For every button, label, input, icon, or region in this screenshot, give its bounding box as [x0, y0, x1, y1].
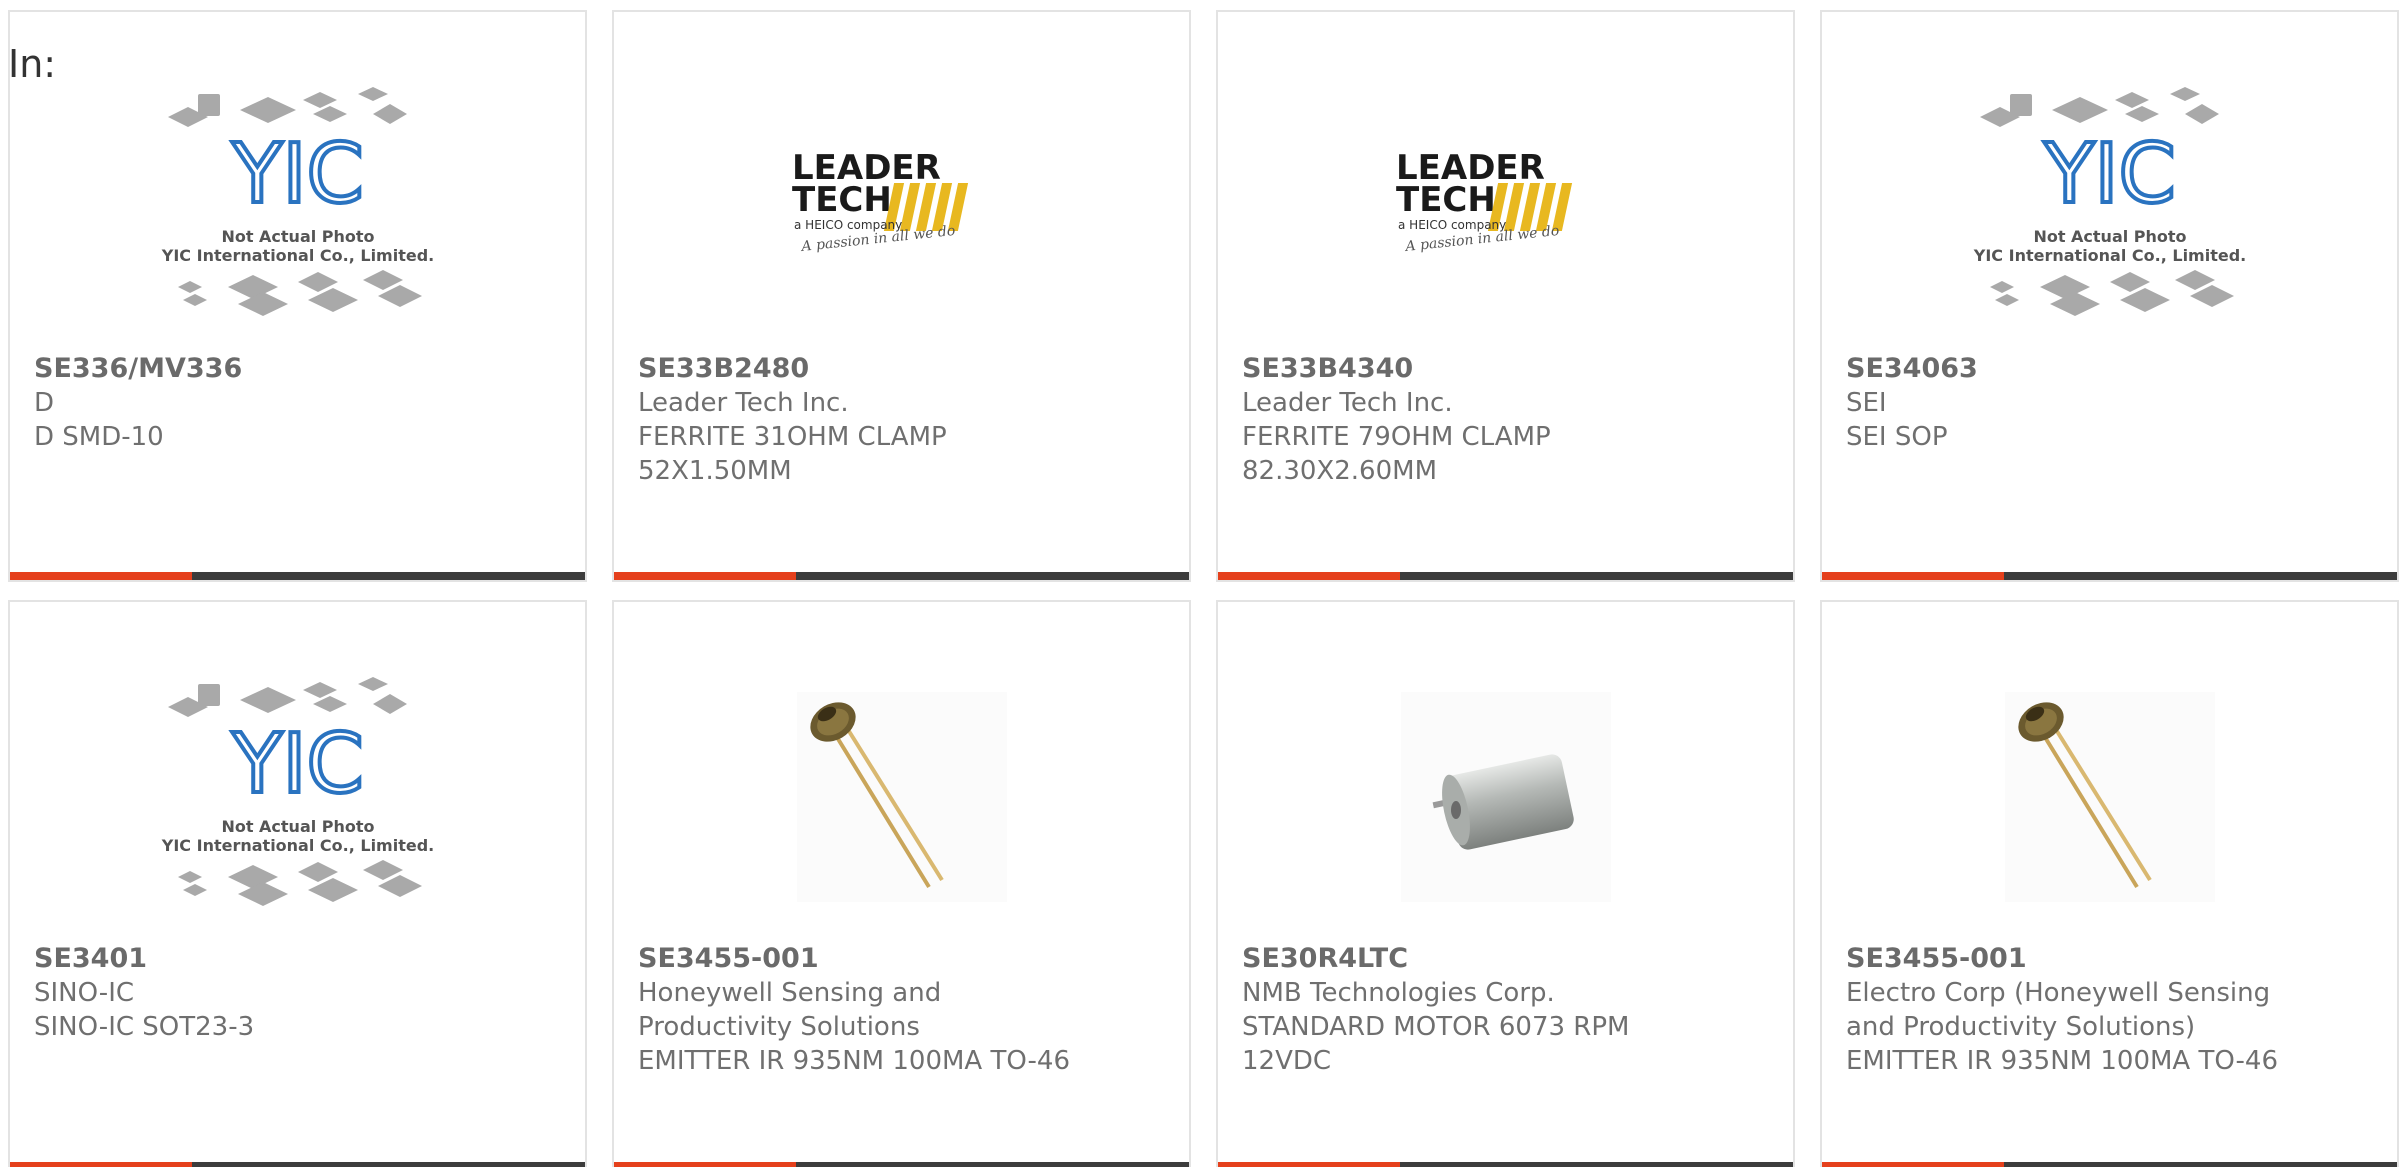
product-image-yic-placeholder[interactable]: YIC Not Actual Photo YIC International C… — [10, 652, 585, 942]
chip-placeholder-icon: YIC Not Actual Photo YIC International C… — [1972, 87, 2246, 316]
manufacturer: SEI — [1846, 388, 1887, 418]
part-number[interactable]: SE33B2480 — [638, 352, 1169, 386]
manufacturer: D — [34, 388, 55, 418]
part-number[interactable]: SE3401 — [34, 942, 565, 976]
part-number[interactable]: SE33B4340 — [1242, 352, 1773, 386]
part-number[interactable]: SE34063 — [1846, 352, 2377, 386]
manufacturer: Leader Tech Inc. — [1242, 388, 1453, 418]
product-info: SE34063 SEI SEI SOP — [1846, 352, 2377, 454]
card-accent-bar — [1822, 1162, 2004, 1167]
description-line-2: EMITTER IR 935NM 100MA TO-46 — [638, 1046, 1071, 1076]
svg-text:YIC International Co., Limited: YIC International Co., Limited. — [160, 246, 433, 265]
card-bottom-bar — [1822, 572, 2397, 580]
product-card[interactable]: YIC Not Actual Photo YIC International C… — [8, 600, 587, 1167]
in-label: In: — [8, 42, 57, 86]
description-line-2: 12VDC — [1242, 1046, 1332, 1076]
svg-text:TECH: TECH — [792, 180, 892, 220]
part-number[interactable]: SE336/MV336 — [34, 352, 565, 386]
svg-text:Not Actual Photo: Not Actual Photo — [221, 227, 374, 246]
description-line-1: FERRITE 79OHM CLAMP — [1242, 422, 1551, 452]
svg-text:YIC: YIC — [2043, 127, 2176, 222]
svg-text:Not Actual Photo: Not Actual Photo — [221, 817, 374, 836]
part-number[interactable]: SE3455-001 — [1846, 942, 2377, 976]
svg-text:YIC International Co., Limited: YIC International Co., Limited. — [1972, 246, 2245, 265]
chip-placeholder-icon: YIC Not Actual Photo YIC International C… — [160, 87, 434, 316]
product-grid-page: In: YIC Not Actual Photo YIC Internation… — [0, 0, 2400, 1167]
product-image-leader-tech-logo[interactable]: LEADER TECH a HEICO company A passion in… — [1218, 62, 1793, 352]
part-number[interactable]: SE30R4LTC — [1242, 942, 1773, 976]
card-bottom-bar — [10, 1162, 585, 1167]
product-image-motor[interactable] — [1218, 652, 1793, 942]
svg-text:YIC: YIC — [231, 127, 364, 222]
part-number[interactable]: SE3455-001 — [638, 942, 1169, 976]
product-card[interactable]: YIC Not Actual Photo YIC International C… — [8, 10, 587, 582]
description-line-1: Productivity Solutions — [638, 1012, 920, 1042]
ir-emitter-photo-icon — [796, 692, 1007, 902]
card-bottom-bar — [1822, 1162, 2397, 1167]
description-line-1: and Productivity Solutions) — [1846, 1012, 2196, 1042]
product-info: SE33B4340 Leader Tech Inc. FERRITE 79OHM… — [1242, 352, 1773, 488]
product-info: SE3455-001 Honeywell Sensing and Product… — [638, 942, 1169, 1078]
manufacturer: Electro Corp (Honeywell Sensing — [1846, 978, 2271, 1008]
product-card[interactable]: LEADER TECH a HEICO company A passion in… — [612, 10, 1191, 582]
description-line-2: 82.30X2.60MM — [1242, 456, 1437, 486]
description-line-1: D SMD-10 — [34, 422, 164, 452]
card-bottom-bar — [614, 572, 1189, 580]
card-bottom-bar — [614, 1162, 1189, 1167]
card-accent-bar — [614, 1162, 796, 1167]
product-info: SE3401 SINO-IC SINO-IC SOT23-3 — [34, 942, 565, 1044]
product-image-ir-emitter[interactable] — [1822, 652, 2397, 942]
product-image-yic-placeholder[interactable]: YIC Not Actual Photo YIC International C… — [1822, 62, 2397, 352]
product-card[interactable]: YIC Not Actual Photo YIC International C… — [1820, 10, 2399, 582]
ir-emitter-photo-icon — [2004, 692, 2215, 902]
card-bottom-bar — [1218, 572, 1793, 580]
description-line-2: 52X1.50MM — [638, 456, 792, 486]
svg-text:YIC International Co., Limited: YIC International Co., Limited. — [160, 836, 433, 855]
motor-photo-icon — [1400, 692, 1611, 902]
card-accent-bar — [10, 572, 192, 580]
product-card[interactable]: SE3455-001 Honeywell Sensing and Product… — [612, 600, 1191, 1167]
card-accent-bar — [10, 1162, 192, 1167]
product-image-ir-emitter[interactable] — [614, 652, 1189, 942]
card-accent-bar — [1218, 1162, 1400, 1167]
leader-tech-logo-icon: LEADER TECH a HEICO company A passion in… — [792, 148, 968, 255]
card-accent-bar — [614, 572, 796, 580]
manufacturer: Leader Tech Inc. — [638, 388, 849, 418]
description-line-1: STANDARD MOTOR 6073 RPM — [1242, 1012, 1630, 1042]
description-line-1: SINO-IC SOT23-3 — [34, 1012, 255, 1042]
product-image-leader-tech-logo[interactable]: LEADER TECH a HEICO company A passion in… — [614, 62, 1189, 352]
manufacturer: NMB Technologies Corp. — [1242, 978, 1555, 1008]
product-card[interactable]: SE30R4LTC NMB Technologies Corp. STANDAR… — [1216, 600, 1795, 1167]
card-bottom-bar — [10, 572, 585, 580]
leader-tech-logo-icon: LEADER TECH a HEICO company A passion in… — [1396, 148, 1572, 255]
svg-text:YIC: YIC — [231, 717, 364, 812]
description-line-1: SEI SOP — [1846, 422, 1948, 452]
manufacturer: SINO-IC — [34, 978, 135, 1008]
product-info: SE30R4LTC NMB Technologies Corp. STANDAR… — [1242, 942, 1773, 1078]
card-bottom-bar — [1218, 1162, 1793, 1167]
chip-placeholder-icon: YIC Not Actual Photo YIC International C… — [160, 677, 434, 906]
product-image-yic-placeholder[interactable]: YIC Not Actual Photo YIC International C… — [10, 62, 585, 352]
product-info: SE336/MV336 D D SMD-10 — [34, 352, 565, 454]
card-accent-bar — [1822, 572, 2004, 580]
card-accent-bar — [1218, 572, 1400, 580]
product-card[interactable]: SE3455-001 Electro Corp (Honeywell Sensi… — [1820, 600, 2399, 1167]
product-card[interactable]: LEADER TECH a HEICO company A passion in… — [1216, 10, 1795, 582]
svg-text:TECH: TECH — [1396, 180, 1496, 220]
product-info: SE33B2480 Leader Tech Inc. FERRITE 31OHM… — [638, 352, 1169, 488]
manufacturer: Honeywell Sensing and — [638, 978, 942, 1008]
product-info: SE3455-001 Electro Corp (Honeywell Sensi… — [1846, 942, 2377, 1078]
description-line-1: FERRITE 31OHM CLAMP — [638, 422, 947, 452]
svg-text:Not Actual Photo: Not Actual Photo — [2033, 227, 2186, 246]
description-line-2: EMITTER IR 935NM 100MA TO-46 — [1846, 1046, 2279, 1076]
product-grid: YIC Not Actual Photo YIC International C… — [8, 10, 2399, 1167]
